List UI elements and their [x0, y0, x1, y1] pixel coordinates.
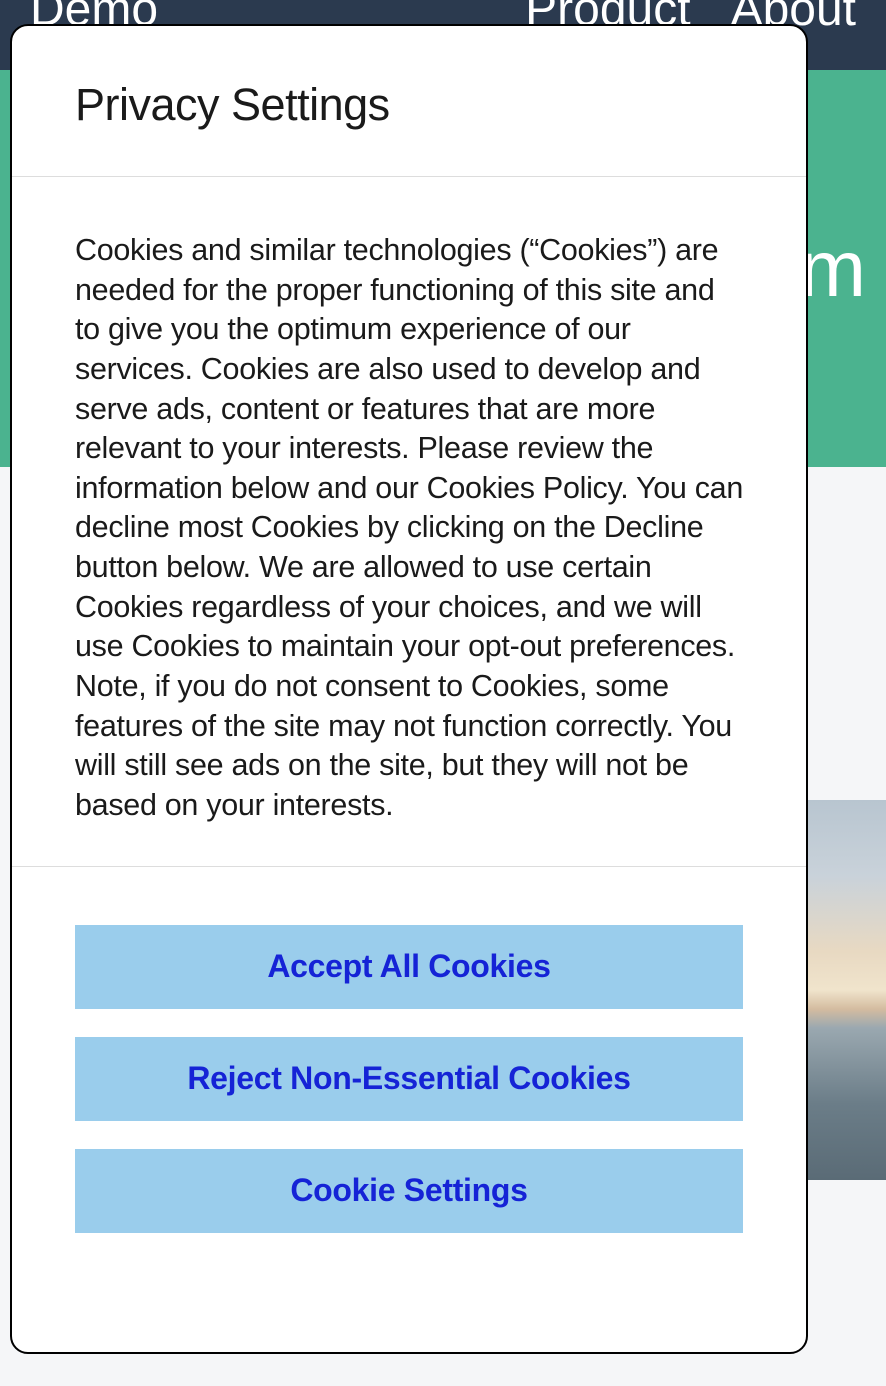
modal-description: Cookies and similar technologies (“Cooki…: [75, 231, 743, 826]
nav-item-about[interactable]: About: [731, 0, 856, 20]
modal-header: Privacy Settings: [12, 26, 806, 177]
accept-all-cookies-button[interactable]: Accept All Cookies: [75, 925, 743, 1009]
nav-item-product[interactable]: Product: [525, 0, 690, 20]
privacy-modal: Privacy Settings Cookies and similar tec…: [10, 24, 808, 1354]
modal-body: Cookies and similar technologies (“Cooki…: [12, 177, 806, 867]
modal-footer: Accept All Cookies Reject Non-Essential …: [12, 867, 806, 1263]
hero-image: [796, 800, 886, 1180]
cookie-settings-button[interactable]: Cookie Settings: [75, 1149, 743, 1233]
modal-title: Privacy Settings: [75, 79, 743, 131]
nav-links: Product About: [525, 0, 856, 20]
reject-non-essential-cookies-button[interactable]: Reject Non-Essential Cookies: [75, 1037, 743, 1121]
hero-text-partial: m: [799, 223, 866, 315]
brand-logo[interactable]: Demo: [30, 0, 158, 20]
